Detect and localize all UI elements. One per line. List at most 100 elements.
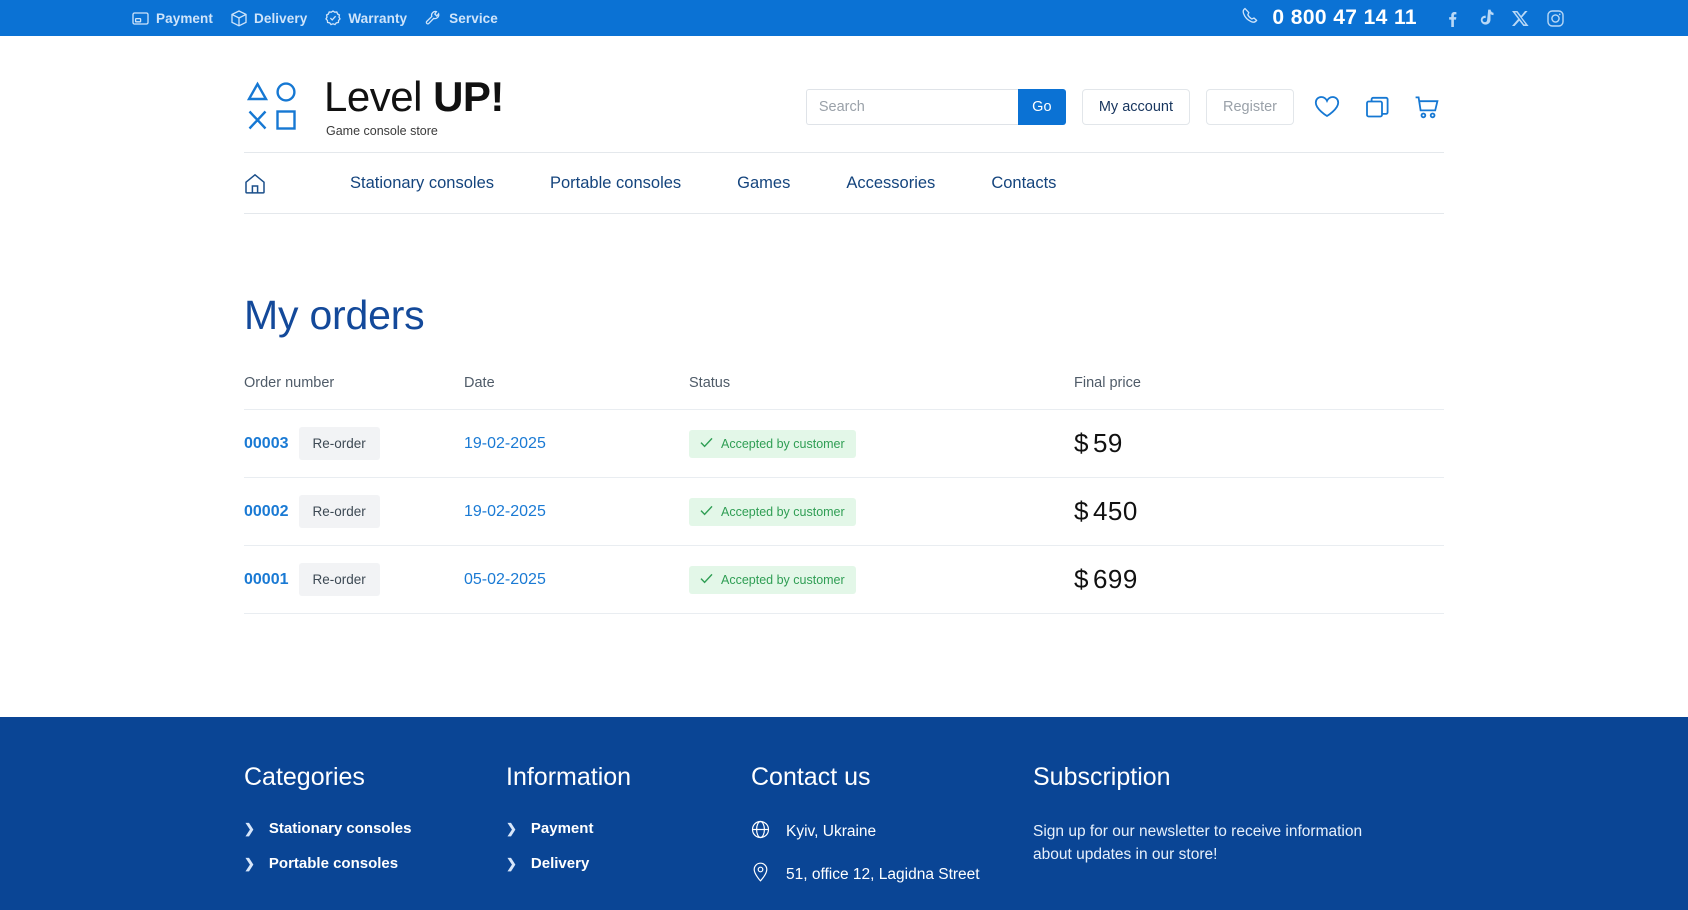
logo-title-thin: Level xyxy=(324,73,434,121)
box-icon xyxy=(231,9,247,27)
tiktok-icon[interactable] xyxy=(1478,9,1494,27)
price-value: 699 xyxy=(1092,564,1138,594)
check-icon xyxy=(700,437,713,451)
phone-number[interactable]: 0 800 47 14 11 xyxy=(1272,6,1417,30)
table-row: 00003 Re-order 19-02-2025 Accepted by cu… xyxy=(244,410,1444,478)
orders-table: Order number Date Status Final price 000… xyxy=(244,375,1444,614)
status-label: Accepted by customer xyxy=(721,504,845,519)
order-number-link[interactable]: 00002 xyxy=(244,503,289,521)
currency-symbol: $ xyxy=(1074,428,1089,458)
register-button[interactable]: Register xyxy=(1206,89,1294,125)
footer-link-label: Stationary consoles xyxy=(268,820,412,837)
order-number-link[interactable]: 00003 xyxy=(244,435,289,453)
check-icon xyxy=(700,505,713,519)
footer-subscription-title: Subscription xyxy=(1033,763,1171,791)
site-logo[interactable]: Level UP! Game console store xyxy=(244,76,504,138)
globe-icon xyxy=(751,820,770,844)
nav-item-games[interactable]: Games xyxy=(709,174,818,193)
top-bar-links: Payment Delivery Warranty Service xyxy=(132,9,498,27)
footer-contact-text: 51, office 12, Lagidna Street xyxy=(786,865,980,883)
heart-icon[interactable] xyxy=(1310,90,1344,124)
chevron-right-icon: ❯ xyxy=(506,855,517,871)
logo-subtitle: Game console store xyxy=(326,124,438,139)
currency-symbol: $ xyxy=(1074,564,1089,594)
footer-categories-title: Categories xyxy=(244,763,365,791)
top-bar: Payment Delivery Warranty Service 0 800 … xyxy=(0,0,1688,36)
check-icon xyxy=(700,573,713,587)
order-date-link[interactable]: 19-02-2025 xyxy=(464,435,546,452)
footer-subscription: Subscription Sign up for our newsletter … xyxy=(1033,763,1444,905)
order-number-link[interactable]: 00001 xyxy=(244,571,289,589)
footer-link-delivery[interactable]: ❯ Delivery xyxy=(506,855,751,872)
footer-link-portable-consoles[interactable]: ❯ Portable consoles xyxy=(244,855,506,872)
price-value: 450 xyxy=(1092,496,1138,526)
table-row: 00002 Re-order 19-02-2025 Accepted by cu… xyxy=(244,478,1444,546)
status-label: Accepted by customer xyxy=(721,572,845,587)
pin-icon xyxy=(751,862,770,887)
site-header: Level UP! Game console store Go My accou… xyxy=(244,36,1444,614)
phone-block[interactable]: 0 800 47 14 11 xyxy=(1241,6,1417,31)
search-go-button[interactable]: Go xyxy=(1017,89,1066,125)
order-date-link[interactable]: 05-02-2025 xyxy=(464,571,546,588)
home-icon[interactable] xyxy=(244,173,322,194)
site-footer: Categories ❯ Stationary consoles ❯ Porta… xyxy=(0,717,1688,910)
column-header-order-number: Order number xyxy=(244,375,335,391)
status-badge: Accepted by customer xyxy=(689,565,856,594)
top-link-warranty[interactable]: Warranty xyxy=(325,10,407,26)
column-header-final-price: Final price xyxy=(1074,375,1141,391)
currency-symbol: $ xyxy=(1074,496,1089,526)
instagram-icon[interactable] xyxy=(1547,9,1564,27)
reorder-button[interactable]: Re-order xyxy=(298,427,380,460)
chevron-right-icon: ❯ xyxy=(506,820,517,836)
reorder-button[interactable]: Re-order xyxy=(298,495,380,528)
main-navigation: Stationary consoles Portable consoles Ga… xyxy=(244,152,1444,214)
nav-item-contacts[interactable]: Contacts xyxy=(963,174,1084,193)
top-link-delivery[interactable]: Delivery xyxy=(231,9,308,27)
column-header-status: Status xyxy=(689,375,731,391)
price-value: 59 xyxy=(1092,428,1123,458)
status-badge: Accepted by customer xyxy=(689,497,856,526)
footer-link-payment[interactable]: ❯ Payment xyxy=(506,820,751,837)
table-row: 00001 Re-order 05-02-2025 Accepted by cu… xyxy=(244,546,1444,614)
order-date-link[interactable]: 19-02-2025 xyxy=(464,503,546,520)
reorder-button[interactable]: Re-order xyxy=(298,563,380,596)
top-link-service[interactable]: Service xyxy=(425,10,498,27)
status-label: Accepted by customer xyxy=(721,436,845,451)
footer-contact-city: Kyiv, Ukraine xyxy=(751,820,1033,844)
wrench-icon xyxy=(425,10,442,27)
badge-check-icon xyxy=(325,10,342,26)
nav-item-stationary-consoles[interactable]: Stationary consoles xyxy=(322,174,522,193)
nav-item-accessories[interactable]: Accessories xyxy=(818,174,963,193)
order-price: $450 xyxy=(1074,496,1444,527)
order-price: $699 xyxy=(1074,564,1444,595)
chevron-right-icon: ❯ xyxy=(244,855,255,871)
footer-contact: Contact us Kyiv, Ukraine 51, office 12, … xyxy=(751,763,1033,905)
logo-title-bold: UP! xyxy=(433,73,504,121)
footer-contact-text: Kyiv, Ukraine xyxy=(786,823,877,840)
top-link-payment[interactable]: Payment xyxy=(132,11,213,26)
footer-link-label: Portable consoles xyxy=(268,855,399,872)
page-title: My orders xyxy=(244,292,425,338)
footer-information-title: Information xyxy=(506,763,632,791)
facebook-icon[interactable] xyxy=(1443,10,1460,27)
search-input[interactable] xyxy=(805,89,1018,125)
nav-item-portable-consoles[interactable]: Portable consoles xyxy=(522,174,709,193)
column-header-date: Date xyxy=(464,375,495,391)
footer-link-stationary-consoles[interactable]: ❯ Stationary consoles xyxy=(244,820,506,837)
phone-icon xyxy=(1241,6,1261,31)
footer-subscription-text: Sign up for our newsletter to receive in… xyxy=(1033,823,1363,864)
card-icon xyxy=(132,11,149,26)
social-links xyxy=(1443,9,1564,27)
footer-contact-title: Contact us xyxy=(751,763,871,791)
top-link-label: Delivery xyxy=(253,10,308,26)
cart-icon[interactable] xyxy=(1410,90,1444,124)
footer-link-label: Delivery xyxy=(530,855,590,872)
playstation-shapes-icon xyxy=(244,79,302,135)
footer-link-label: Payment xyxy=(530,820,594,837)
search-box: Go xyxy=(805,89,1066,125)
compare-icon[interactable] xyxy=(1360,90,1394,124)
my-account-button[interactable]: My account xyxy=(1081,89,1190,125)
top-link-label: Warranty xyxy=(348,10,408,26)
footer-categories: Categories ❯ Stationary consoles ❯ Porta… xyxy=(244,763,506,905)
x-icon[interactable] xyxy=(1512,10,1529,26)
